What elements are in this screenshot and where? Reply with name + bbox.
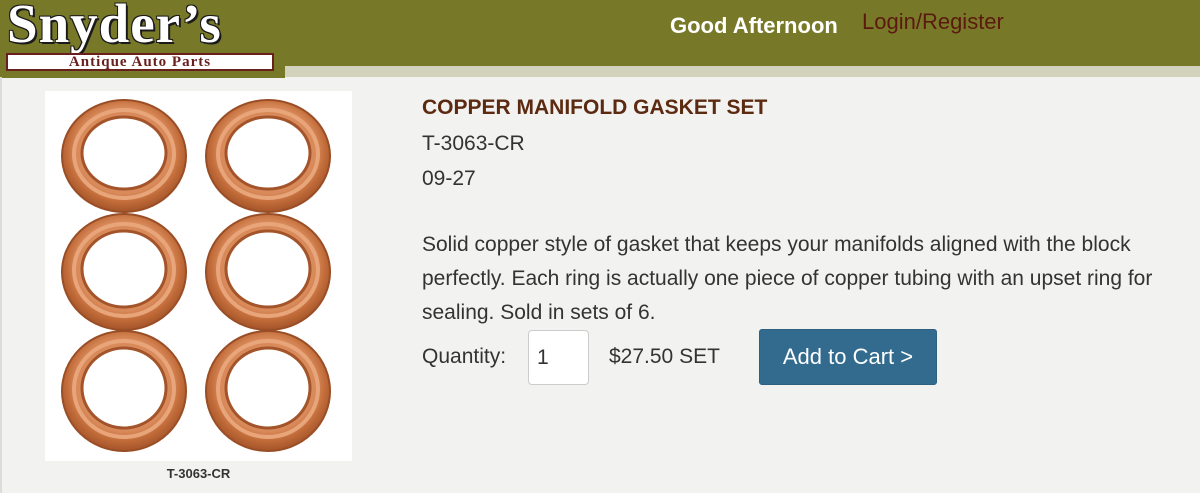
quantity-input[interactable] bbox=[528, 330, 589, 385]
gasket-ring bbox=[205, 330, 331, 452]
gasket-ring bbox=[205, 213, 331, 331]
product-sku: T-3063-CR bbox=[422, 132, 525, 155]
greeting-text: Good Afternoon bbox=[670, 13, 838, 38]
logo-subtitle-box: Antique Auto Parts bbox=[6, 53, 274, 71]
product-price: $27.50 SET bbox=[609, 345, 720, 368]
header-underbar bbox=[285, 66, 1200, 77]
image-caption: T-3063-CR bbox=[166, 466, 231, 481]
product-years: 09-27 bbox=[422, 167, 476, 190]
login-register-link[interactable]: Login/Register bbox=[862, 9, 1004, 35]
gasket-ring bbox=[205, 99, 331, 213]
content-border bbox=[0, 77, 2, 493]
logo-title: Snyder’s bbox=[7, 0, 222, 54]
logo-subtitle: Antique Auto Parts bbox=[68, 54, 212, 70]
gasket-ring bbox=[61, 330, 187, 452]
copper-gasket-rings-photo-icon bbox=[61, 99, 331, 452]
product-title: COPPER MANIFOLD GASKET SET bbox=[422, 96, 768, 119]
quantity-label: Quantity: bbox=[422, 345, 507, 368]
product-description: Solid copper style of gasket that keeps … bbox=[422, 233, 1153, 324]
gasket-ring bbox=[61, 99, 187, 213]
product-image[interactable] bbox=[45, 91, 352, 461]
gasket-ring bbox=[61, 213, 187, 331]
add-to-cart-button[interactable]: Add to Cart > bbox=[759, 329, 937, 385]
site-logo[interactable]: Snyder’s Antique Auto Parts bbox=[0, 0, 285, 78]
